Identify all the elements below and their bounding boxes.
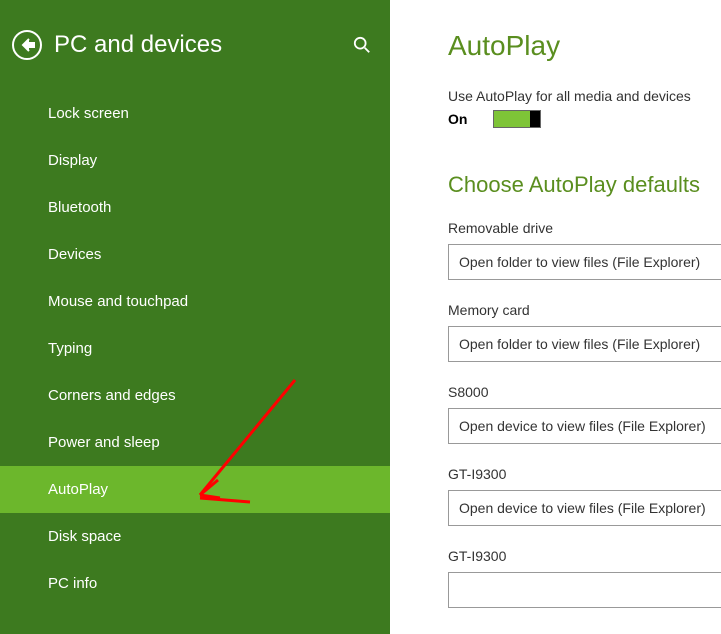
sidebar-item-label: Typing — [48, 340, 92, 357]
setting-label: Removable drive — [448, 220, 721, 236]
setting-group: GT-I9300 — [448, 548, 721, 608]
sidebar-item-bluetooth[interactable]: Bluetooth — [0, 184, 390, 231]
sidebar-item-autoplay[interactable]: AutoPlay — [0, 466, 390, 513]
sidebar: PC and devices Lock screen Display Bluetoo… — [0, 0, 390, 634]
settings-list: Removable drive Open folder to view files… — [448, 220, 721, 608]
sidebar-title: PC and devices — [54, 31, 338, 59]
sidebar-list: Lock screen Display Bluetooth Devices Mouse … — [0, 90, 390, 634]
sidebar-item-mouse-and-touchpad[interactable]: Mouse and touchpad — [0, 278, 390, 325]
sidebar-header: PC and devices — [0, 0, 390, 90]
setting-select[interactable] — [448, 572, 721, 608]
setting-group: Removable drive Open folder to view files… — [448, 220, 721, 280]
sidebar-item-corners-and-edges[interactable]: Corners and edges — [0, 372, 390, 419]
search-button[interactable] — [350, 33, 374, 57]
sidebar-item-label: Lock screen — [48, 105, 129, 122]
sidebar-item-label: Corners and edges — [48, 387, 176, 404]
sidebar-item-label: Disk space — [48, 528, 121, 545]
sidebar-item-devices[interactable]: Devices — [0, 231, 390, 278]
sidebar-item-label: Power and sleep — [48, 434, 160, 451]
page-title: AutoPlay — [448, 30, 721, 62]
setting-label: S8000 — [448, 384, 721, 400]
toggle-row: On — [448, 110, 721, 128]
autoplay-toggle[interactable] — [493, 110, 541, 128]
setting-select[interactable]: Open device to view files (File Explorer… — [448, 490, 721, 526]
sidebar-item-label: Devices — [48, 246, 101, 263]
search-icon — [353, 36, 371, 54]
sidebar-item-typing[interactable]: Typing — [0, 325, 390, 372]
setting-select[interactable]: Open folder to view files (File Explorer… — [448, 326, 721, 362]
sidebar-item-label: Mouse and touchpad — [48, 293, 188, 310]
setting-label: Memory card — [448, 302, 721, 318]
content-panel: AutoPlay Use AutoPlay for all media and … — [390, 0, 721, 634]
arrow-left-icon — [19, 37, 35, 53]
sidebar-item-label: PC info — [48, 575, 97, 592]
sidebar-item-power-and-sleep[interactable]: Power and sleep — [0, 419, 390, 466]
toggle-thumb — [530, 111, 540, 127]
section-title: Choose AutoPlay defaults — [448, 172, 721, 198]
setting-group: GT-I9300 Open device to view files (File … — [448, 466, 721, 526]
sidebar-item-lock-screen[interactable]: Lock screen — [0, 90, 390, 137]
setting-group: S8000 Open device to view files (File Exp… — [448, 384, 721, 444]
setting-select[interactable]: Open folder to view files (File Explorer… — [448, 244, 721, 280]
sidebar-item-display[interactable]: Display — [0, 137, 390, 184]
setting-group: Memory card Open folder to view files (Fi… — [448, 302, 721, 362]
setting-label: GT-I9300 — [448, 466, 721, 482]
sidebar-item-label: Display — [48, 152, 97, 169]
sidebar-item-label: AutoPlay — [48, 481, 108, 498]
back-button[interactable] — [12, 30, 42, 60]
sidebar-item-disk-space[interactable]: Disk space — [0, 513, 390, 560]
sidebar-item-pc-info[interactable]: PC info — [0, 560, 390, 607]
toggle-state-text: On — [448, 111, 467, 127]
sidebar-item-label: Bluetooth — [48, 199, 111, 216]
setting-select[interactable]: Open device to view files (File Explorer… — [448, 408, 721, 444]
setting-label: GT-I9300 — [448, 548, 721, 564]
toggle-label: Use AutoPlay for all media and devices — [448, 88, 721, 104]
